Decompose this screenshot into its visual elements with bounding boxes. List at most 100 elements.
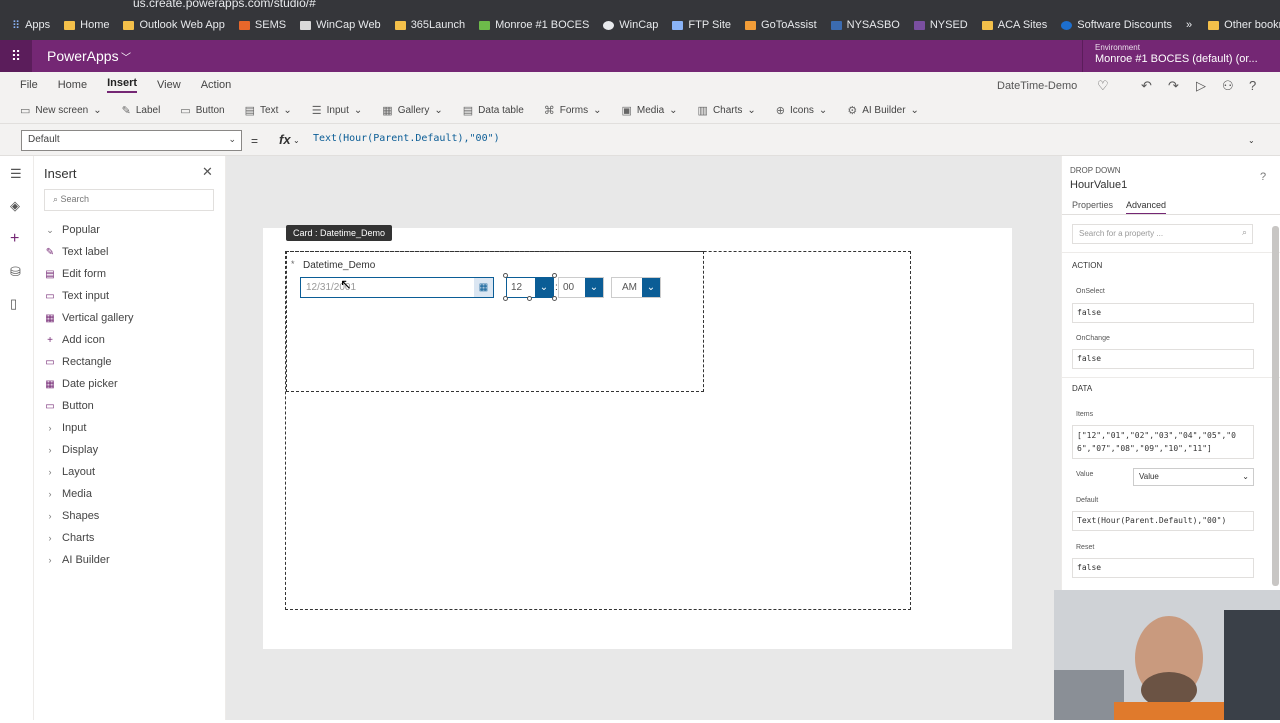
- value-select[interactable]: Value ⌄: [1133, 468, 1254, 486]
- resize-handle[interactable]: [503, 296, 508, 301]
- date-picker-input[interactable]: 12/31/2001: [300, 277, 494, 298]
- environment-picker[interactable]: Environment Monroe #1 BOCES (default) (o…: [1082, 40, 1280, 72]
- ai-builder-button[interactable]: ⚙ AI Builder ⌄: [847, 104, 919, 117]
- category-media[interactable]: › Media: [44, 488, 92, 500]
- menu-view[interactable]: View: [157, 79, 181, 91]
- bookmark-aca[interactable]: ACA Sites: [981, 19, 1047, 31]
- menu-insert[interactable]: Insert: [107, 77, 138, 93]
- bookmark-home[interactable]: Home: [64, 19, 109, 31]
- icons-button[interactable]: ⊕ Icons ⌄: [776, 104, 828, 117]
- bookmark-outlook[interactable]: Outlook Web App: [123, 19, 225, 31]
- category-shapes[interactable]: › Shapes: [44, 510, 100, 522]
- insert-item-text-input[interactable]: ▭ Text input: [44, 290, 109, 302]
- tab-advanced[interactable]: Advanced: [1126, 200, 1167, 215]
- button-button[interactable]: ▭ Button: [180, 104, 224, 117]
- address-bar[interactable]: us.create.powerapps.com/studio/#: [133, 0, 316, 10]
- category-ai-builder[interactable]: › AI Builder: [44, 554, 110, 566]
- chevron-down-icon[interactable]: ⌄: [585, 278, 603, 297]
- insert-item-edit-form[interactable]: ▤ Edit form: [44, 268, 106, 280]
- gallery-button[interactable]: ▦ Gallery ⌄: [382, 104, 442, 117]
- insert-plus-icon[interactable]: +: [10, 230, 19, 248]
- minute-dropdown[interactable]: 00 ⌄: [558, 277, 604, 298]
- undo-icon[interactable]: ↶: [1141, 78, 1152, 94]
- chevron-down-icon[interactable]: ﹀: [121, 49, 131, 64]
- chevron-down-icon[interactable]: ⌄: [293, 136, 300, 145]
- close-icon[interactable]: ✕: [202, 164, 213, 180]
- bookmark-gotoassist[interactable]: GoToAssist: [745, 19, 817, 31]
- bookmark-365launch[interactable]: 365Launch: [394, 19, 465, 31]
- bookmark-wincap[interactable]: WinCap: [603, 19, 658, 31]
- bookmark-wincap-web[interactable]: WinCap Web: [300, 19, 381, 31]
- chevron-right-icon: ›: [48, 489, 52, 499]
- waffle-menu-icon[interactable]: ⠿: [0, 40, 32, 72]
- hour-dropdown[interactable]: 12 ⌄: [506, 277, 554, 298]
- onchange-input[interactable]: false: [1072, 349, 1254, 369]
- insert-item-vertical-gallery[interactable]: ▦ Vertical gallery: [44, 312, 133, 324]
- insert-item-rectangle[interactable]: ▭ Rectangle: [44, 356, 111, 368]
- more-bookmarks-icon[interactable]: »: [1186, 19, 1192, 31]
- bookmark-sems[interactable]: SEMS: [238, 19, 286, 31]
- formula-input[interactable]: Text(Hour(Parent.Default),"00"): [313, 133, 500, 144]
- menu-action[interactable]: Action: [201, 79, 232, 91]
- tree-view-icon[interactable]: ◈: [10, 198, 20, 214]
- bookmark-nysasbo[interactable]: NYSASBO: [830, 19, 900, 31]
- resize-handle[interactable]: [552, 296, 557, 301]
- bookmark-nysed[interactable]: NYSED: [913, 19, 968, 31]
- property-selector[interactable]: Default ⌄: [21, 130, 242, 151]
- menu-home[interactable]: Home: [58, 79, 87, 91]
- bookmark-apps[interactable]: ⠿ Apps: [12, 19, 50, 32]
- insert-item-text-label[interactable]: ✎ Text label: [44, 246, 109, 258]
- category-charts[interactable]: › Charts: [44, 532, 95, 544]
- chevron-down-icon[interactable]: ⌄: [642, 278, 660, 297]
- new-screen-button[interactable]: ▭ New screen ⌄: [20, 104, 102, 117]
- text-button[interactable]: ▤ Text ⌄: [245, 104, 292, 117]
- bookmark-other[interactable]: Other bookmarks: [1208, 19, 1280, 31]
- insert-search-input[interactable]: ⌕ Search: [44, 189, 214, 211]
- forms-button[interactable]: ⌘ Forms ⌄: [544, 104, 602, 117]
- category-display[interactable]: › Display: [44, 444, 99, 456]
- data-icon[interactable]: ⛁: [10, 264, 21, 280]
- charts-button[interactable]: ▥ Charts ⌄: [698, 104, 756, 117]
- play-icon[interactable]: ▷: [1196, 78, 1206, 94]
- default-input[interactable]: Text(Hour(Parent.Default),"00"): [1072, 511, 1254, 531]
- category-input[interactable]: › Input: [44, 422, 87, 434]
- insert-item-add-icon[interactable]: + Add icon: [44, 334, 105, 346]
- bookmark-ftp[interactable]: FTP Site: [672, 19, 731, 31]
- control-name[interactable]: HourValue1: [1070, 179, 1127, 191]
- property-search-input[interactable]: Search for a property ...: [1072, 224, 1253, 244]
- resize-handle[interactable]: [503, 273, 508, 278]
- label-button[interactable]: ✎ Label: [122, 104, 161, 117]
- search-icon: ⌕: [53, 194, 61, 204]
- hamburger-icon[interactable]: ☰: [10, 166, 22, 182]
- media-button[interactable]: ▣ Media ⌄: [622, 104, 678, 117]
- insert-item-button[interactable]: ▭ Button: [44, 400, 94, 412]
- share-user-icon[interactable]: ⚇: [1222, 78, 1234, 94]
- popular-group[interactable]: ⌄ Popular: [44, 224, 100, 236]
- data-table-button[interactable]: ▤ Data table: [463, 104, 524, 117]
- input-button[interactable]: ☰ Input ⌄: [312, 104, 363, 117]
- resize-handle[interactable]: [552, 273, 557, 278]
- insert-item-date-picker[interactable]: ▦ Date picker: [44, 378, 117, 390]
- properties-scrollbar[interactable]: [1272, 226, 1279, 586]
- chevron-down-icon[interactable]: ⌄: [535, 278, 553, 297]
- items-input[interactable]: ["12","01","02","03","04","05","06","07"…: [1072, 425, 1254, 459]
- ampm-dropdown[interactable]: AM ⌄: [611, 277, 661, 298]
- app-name[interactable]: PowerApps: [47, 48, 119, 64]
- bookmark-monroe[interactable]: Monroe #1 BOCES: [479, 19, 589, 31]
- calendar-icon[interactable]: ▦: [474, 278, 493, 297]
- help-icon[interactable]: ?: [1249, 78, 1256, 93]
- expand-formula-icon[interactable]: ⌄: [1248, 136, 1255, 145]
- fx-icon[interactable]: fx: [279, 132, 291, 147]
- datacard-container[interactable]: [286, 251, 704, 392]
- onselect-input[interactable]: false: [1072, 303, 1254, 323]
- media-library-icon[interactable]: ▯: [10, 296, 17, 312]
- bookmark-software-discounts[interactable]: Software Discounts: [1061, 19, 1172, 31]
- tab-properties[interactable]: Properties: [1072, 200, 1113, 210]
- help-icon[interactable]: ?: [1260, 171, 1266, 183]
- resize-handle[interactable]: [527, 296, 532, 301]
- reset-input[interactable]: false: [1072, 558, 1254, 578]
- menu-file[interactable]: File: [20, 79, 38, 91]
- app-checker-icon[interactable]: ♡: [1097, 78, 1109, 94]
- category-layout[interactable]: › Layout: [44, 466, 96, 478]
- redo-icon[interactable]: ↷: [1168, 78, 1179, 94]
